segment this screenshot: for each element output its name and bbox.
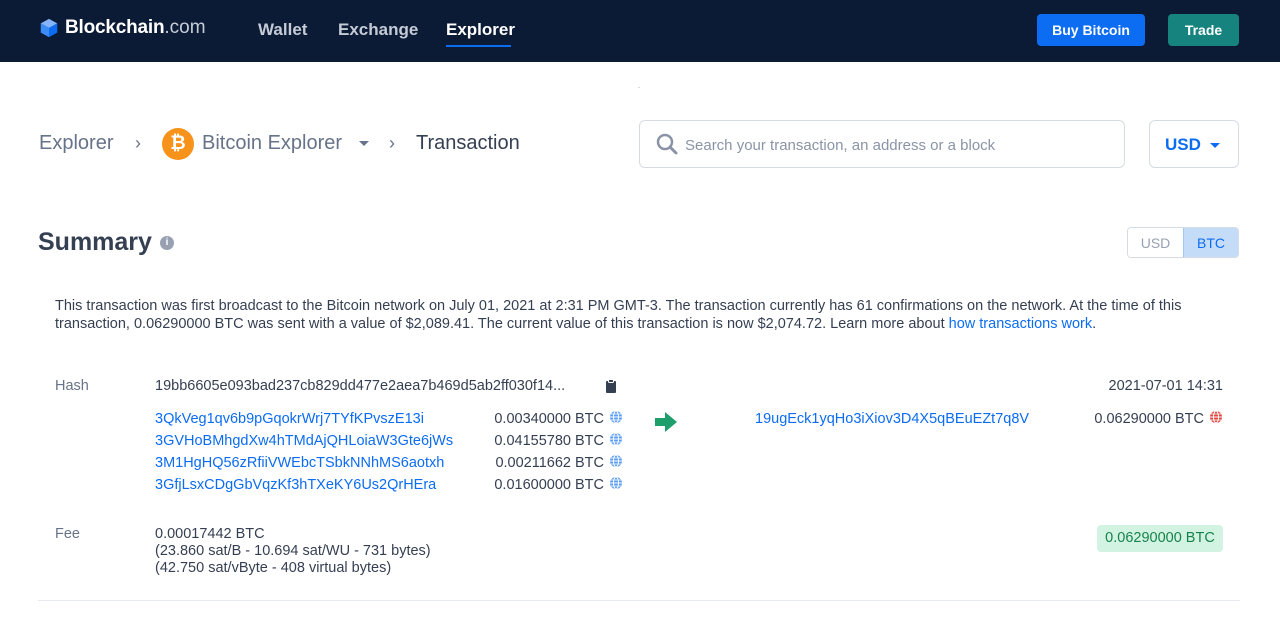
total-output-badge: 0.06290000 BTC — [1097, 525, 1223, 552]
globe-icon[interactable] — [609, 410, 623, 424]
transaction-date: 2021-07-01 14:31 — [1108, 378, 1224, 394]
brand-domain: .com — [164, 17, 206, 38]
brand-name: Blockchain — [65, 17, 165, 38]
blockchain-cube-icon — [40, 18, 58, 38]
trade-button[interactable]: Trade — [1168, 14, 1239, 46]
fee-detail: (23.860 sat/B - 10.694 sat/WU - 731 byte… — [155, 543, 431, 559]
transaction-hash: 19bb6605e093bad237cb829dd477e2aea7b469d5… — [155, 378, 566, 394]
input-amount: 0.04155780 BTC — [494, 433, 604, 449]
currency-label: USD — [1165, 135, 1201, 154]
input-address[interactable]: 3QkVeg1qv6b9pGqokrWrj7TYfKPvszE13i — [155, 411, 424, 427]
brand-logo[interactable]: Blockchain .com — [38, 16, 206, 40]
fee-detail: (42.750 sat/vByte - 408 virtual bytes) — [155, 560, 392, 576]
nav-explorer[interactable]: Explorer — [446, 20, 515, 40]
input-amount: 0.00340000 BTC — [494, 411, 604, 427]
output-amount: 0.06290000 BTC — [1094, 411, 1204, 427]
search-input[interactable] — [685, 133, 1105, 157]
nav-wallet[interactable]: Wallet — [258, 20, 307, 40]
currency-select[interactable]: USD — [1149, 120, 1239, 168]
top-navbar: Blockchain .com Wallet Exchange Explorer … — [0, 0, 1280, 62]
fee-amount: 0.00017442 BTC — [155, 526, 265, 542]
breadcrumb-transaction: Transaction — [416, 132, 520, 154]
chevron-right-icon: › — [389, 133, 395, 153]
input-address[interactable]: 3M1HgHQ56zRfiiVWEbcTSbkNNhMS6aotxh — [155, 455, 444, 471]
search-icon — [656, 133, 678, 155]
input-amount: 0.01600000 BTC — [494, 477, 604, 493]
hash-label: Hash — [55, 378, 89, 394]
learn-more-link[interactable]: how transactions work — [949, 316, 1092, 332]
chevron-down-icon — [1210, 143, 1220, 148]
chevron-right-icon: › — [135, 133, 141, 153]
bitcoin-icon: ₿ — [162, 128, 194, 160]
info-icon[interactable]: i — [160, 236, 174, 250]
fee-label: Fee — [55, 526, 80, 542]
divider — [38, 600, 1240, 601]
globe-icon[interactable] — [609, 454, 623, 468]
input-address[interactable]: 3GVHoBMhgdXw4hTMdAjQHLoiaW3Gte6jWs — [155, 433, 453, 449]
nav-active-indicator — [446, 45, 511, 47]
chevron-down-icon[interactable] — [359, 141, 369, 146]
unit-toggle: USD BTC — [1127, 227, 1239, 258]
output-address[interactable]: 19ugEck1yqHo3iXiov3D4X5qBEuEZt7q8V — [755, 411, 1029, 427]
description-period: . — [1092, 316, 1097, 332]
summary-title: Summary — [38, 228, 152, 256]
summary-description: This transaction was first broadcast to … — [55, 297, 1225, 333]
arrow-right-icon — [655, 412, 677, 432]
input-address[interactable]: 3GfjLsxCDgGbVqzKf3hTXeKY6Us2QrHEra — [155, 477, 436, 493]
globe-icon[interactable] — [609, 432, 623, 446]
input-amount: 0.00211662 BTC — [495, 455, 604, 471]
toggle-usd[interactable]: USD — [1128, 228, 1183, 257]
globe-icon[interactable] — [609, 476, 623, 490]
breadcrumb-explorer[interactable]: Explorer — [39, 132, 113, 155]
toggle-btc[interactable]: BTC — [1182, 228, 1238, 257]
buy-bitcoin-button[interactable]: Buy Bitcoin — [1037, 14, 1145, 46]
clipboard-icon[interactable] — [605, 379, 617, 393]
search-box — [639, 120, 1125, 168]
divider-dot — [638, 87, 640, 88]
globe-icon[interactable] — [1209, 410, 1223, 424]
breadcrumb-bitcoin-explorer[interactable]: Bitcoin Explorer — [202, 132, 342, 155]
nav-exchange[interactable]: Exchange — [338, 20, 418, 40]
